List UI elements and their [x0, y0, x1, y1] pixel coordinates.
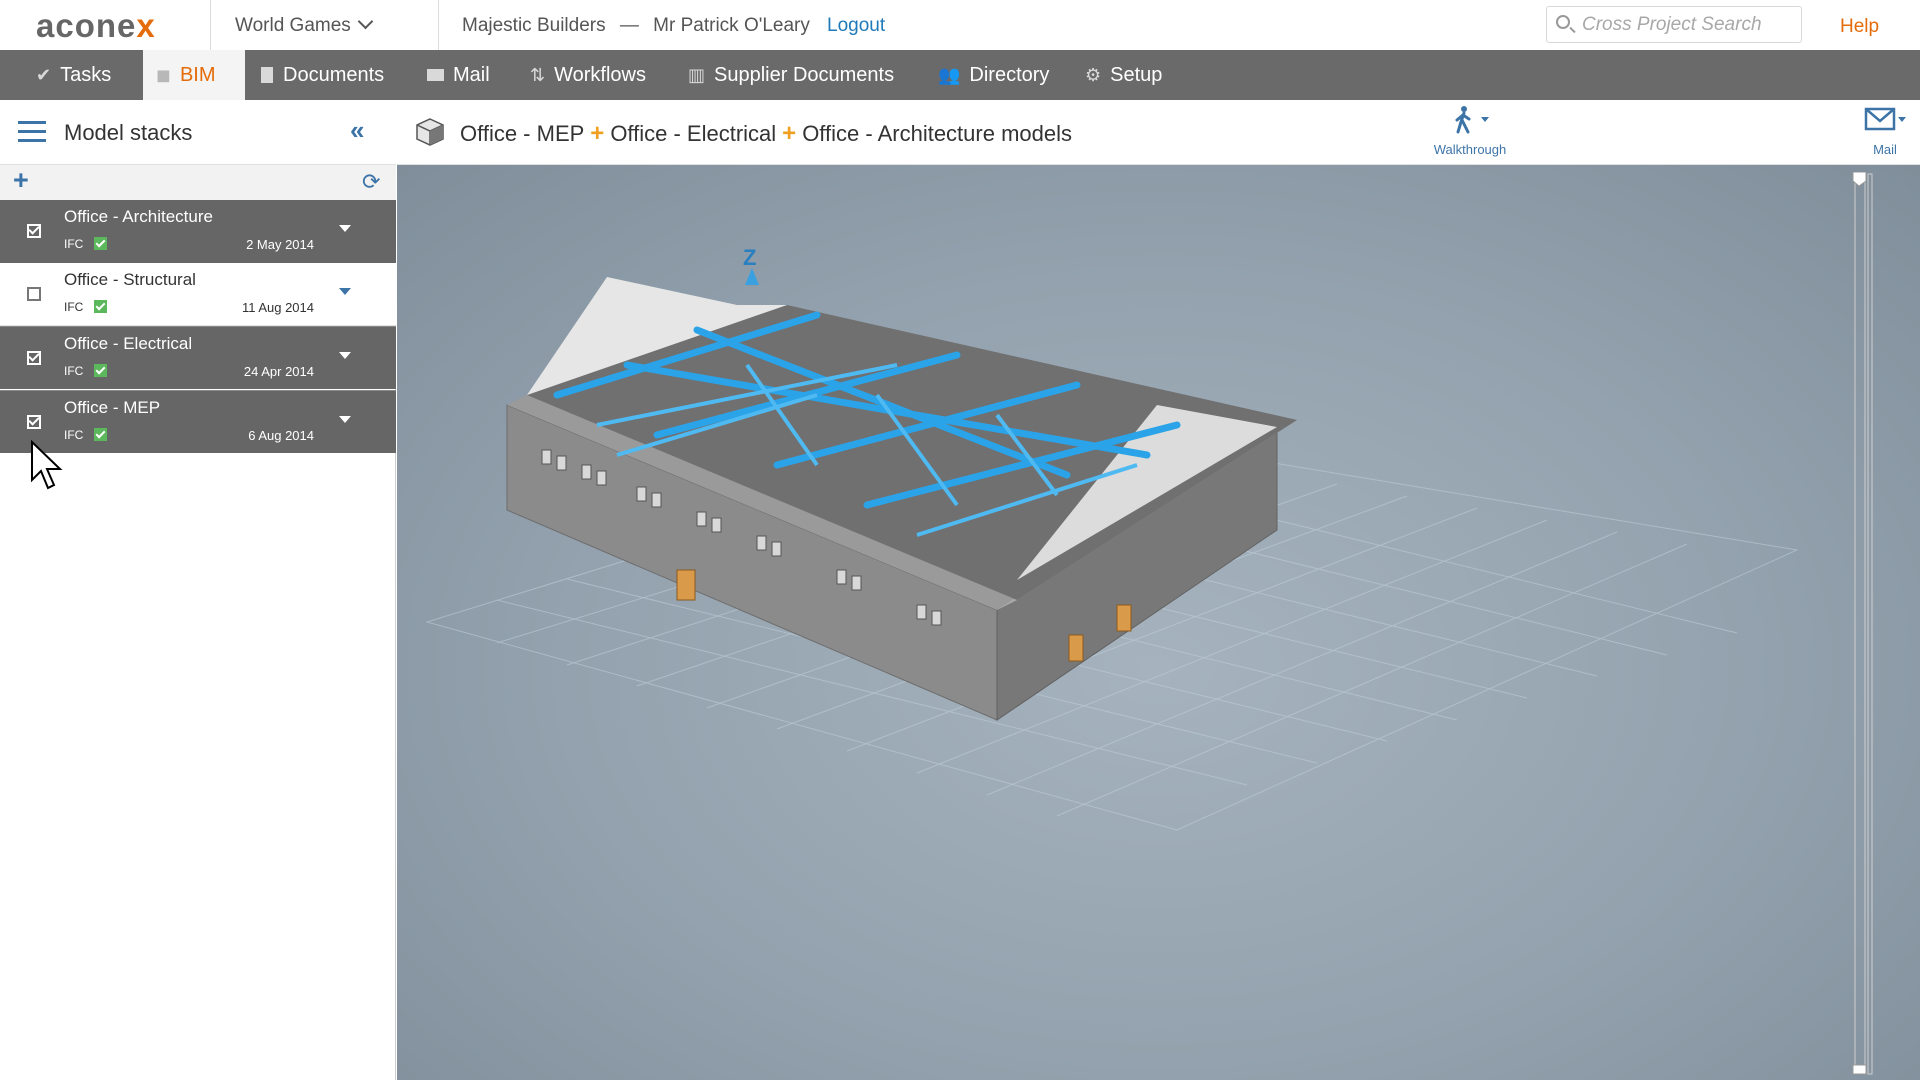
nav-workflows[interactable]: ⇅ Workflows [530, 50, 646, 100]
add-stack-button[interactable]: + [13, 165, 29, 196]
viewer-header: Office - MEP + Office - Electrical + Office … [397, 100, 1920, 165]
chevron-down-icon [357, 13, 374, 30]
organization-name: Majestic Builders [462, 15, 606, 36]
walkthrough-icon [1455, 106, 1489, 134]
stack-checkbox[interactable] [27, 350, 41, 365]
project-selector[interactable]: World Games [235, 13, 374, 37]
caret-down-icon[interactable] [339, 416, 351, 423]
bim-viewport[interactable]: Z [397, 165, 1920, 1080]
nav-documents[interactable]: Documents [261, 50, 384, 100]
separator: — [619, 15, 639, 36]
caret-down-icon[interactable] [339, 288, 351, 295]
file-type: IFC [64, 237, 84, 251]
cube-icon [416, 118, 444, 146]
stack-item-architecture[interactable]: Office - Architecture IFC 2 May 2014 [0, 200, 396, 263]
workflow-icon: ⇅ [530, 64, 546, 85]
mail-icon [1864, 107, 1906, 131]
mail-label: Mail [1873, 142, 1897, 157]
nav-setup[interactable]: ⚙ Setup [1085, 50, 1162, 100]
people-icon: 👥 [938, 64, 961, 85]
divider [438, 0, 439, 50]
panel-title: Model stacks [64, 120, 193, 145]
breadcrumb-mep: Office - MEP [460, 121, 585, 146]
stack-name: Office - MEP [64, 398, 161, 417]
stack-date: 6 Aug 2014 [248, 428, 314, 443]
model-stacks-panel: Model stacks « + ⟳ Office - Architecture… [0, 100, 396, 1080]
nav-mail[interactable]: Mail [427, 50, 490, 100]
model-canvas[interactable]: Z [397, 165, 1920, 1080]
checkmark-icon: ✔ [36, 64, 52, 85]
project-name: World Games [235, 15, 351, 36]
refresh-icon[interactable]: ⟳ [362, 169, 380, 195]
divider [210, 0, 211, 50]
stack-date: 11 Aug 2014 [241, 300, 314, 315]
walkthrough-label: Walkthrough [1433, 142, 1507, 157]
stack-name: Office - Architecture [64, 207, 213, 226]
status-check-icon [94, 428, 107, 441]
z-axis-marker: Z [743, 245, 759, 285]
main-nav: ✔ Tasks ◼ BIM Documents Mail ⇅ Workflows ▥ S… [0, 50, 1920, 100]
mail-button[interactable]: Mail [1860, 105, 1910, 157]
logout-link[interactable]: Logout [827, 15, 885, 37]
status-check-icon [94, 364, 107, 377]
stack-checkbox[interactable] [27, 223, 41, 238]
stack-name: Office - Structural [64, 270, 196, 289]
nav-bim[interactable]: ◼ BIM [143, 50, 245, 100]
stack-checkbox[interactable] [27, 287, 41, 301]
stack-checkbox[interactable] [27, 414, 41, 429]
search-input[interactable] [1582, 11, 1792, 38]
status-check-icon [94, 237, 107, 250]
walkthrough-button[interactable]: Walkthrough [1430, 105, 1510, 157]
cross-project-search[interactable] [1546, 6, 1802, 43]
nav-directory[interactable]: 👥 Directory [938, 50, 1049, 100]
envelope-icon [427, 69, 444, 81]
help-link[interactable]: Help [1840, 16, 1879, 38]
building-model [506, 277, 1297, 721]
file-type: IFC [64, 428, 84, 442]
nav-supplier-documents[interactable]: ▥ Supplier Documents [688, 50, 894, 100]
gear-icon: ⚙ [1085, 64, 1102, 85]
breadcrumb-electrical: Office - Electrical [610, 121, 777, 146]
stack-date: 24 Apr 2014 [243, 364, 314, 379]
stack-date: 2 May 2014 [246, 237, 314, 252]
file-type: IFC [64, 300, 84, 314]
breadcrumb-architecture: Office - Architecture models [802, 121, 1072, 146]
cube-icon: ◼ [156, 64, 171, 85]
axis-label: Z [743, 245, 756, 270]
stack-item-electrical[interactable]: Office - Electrical IFC 24 Apr 2014 [0, 326, 396, 389]
panel-toolbar: + ⟳ [0, 165, 396, 200]
file-type: IFC [64, 364, 84, 378]
plus-icon: + [782, 120, 797, 147]
supplier-icon: ▥ [688, 64, 706, 85]
menu-icon[interactable] [18, 121, 46, 143]
panel-header: Model stacks « [0, 100, 396, 165]
collapse-panel-icon[interactable]: « [350, 115, 364, 146]
document-icon [261, 67, 273, 83]
caret-down-icon[interactable] [339, 352, 351, 359]
top-bar: aconex World Games Majestic Builders — M… [0, 0, 1920, 50]
plus-icon: + [590, 120, 605, 147]
organization-user: Majestic Builders — Mr Patrick O'Leary [462, 15, 810, 37]
status-check-icon [94, 300, 107, 313]
caret-down-icon[interactable] [339, 225, 351, 232]
search-icon [1556, 15, 1570, 29]
aconex-logo[interactable]: aconex [36, 7, 156, 45]
zoom-slider[interactable] [1852, 172, 1876, 1077]
model-breadcrumb: Office - MEP + Office - Electrical + Office … [460, 120, 1072, 148]
mouse-cursor-icon [31, 440, 63, 490]
user-name: Mr Patrick O'Leary [653, 15, 810, 36]
stack-item-structural[interactable]: Office - Structural IFC 11 Aug 2014 [0, 263, 396, 326]
nav-tasks[interactable]: ✔ Tasks [36, 50, 111, 100]
stack-name: Office - Electrical [64, 334, 193, 353]
